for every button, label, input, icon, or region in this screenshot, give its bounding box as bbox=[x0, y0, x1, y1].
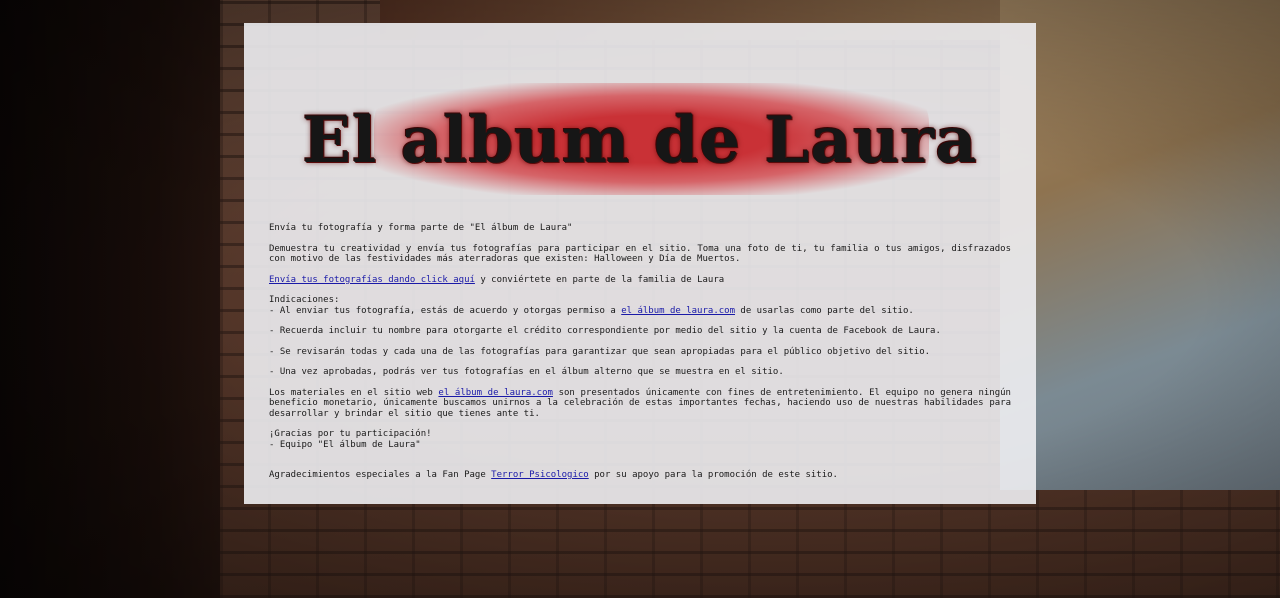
indication-item-2: - Recuerda incluir tu nombre para otorga… bbox=[269, 326, 941, 336]
acknowledgement-pre: Agradecimientos especiales a la Fan Page bbox=[269, 470, 492, 480]
acknowledgement-post: por su apoyo para la promoción de este s… bbox=[588, 470, 838, 480]
indication-item-4: - Una vez aprobadas, podrás ver tus foto… bbox=[269, 367, 784, 377]
indication-item-1-pre: - Al enviar tus fotografía, estás de acu… bbox=[269, 305, 622, 316]
thanks-line-2: - Equipo "El álbum de Laura" bbox=[269, 439, 421, 450]
indication-item-1-post: de usarlas como parte del sitio. bbox=[735, 305, 914, 316]
cta-paragraph: Envía tus fotografías dando click aquí y… bbox=[269, 275, 1011, 286]
cta-rest-text: y conviértete en parte de la familia de … bbox=[474, 274, 725, 285]
main-content: Envía tu fotografía y forma parte de "El… bbox=[269, 223, 1011, 491]
indications-block: Indicaciones: - Al enviar tus fotografía,… bbox=[269, 295, 1011, 316]
intro-heading: Envía tu fotografía y forma parte de "El… bbox=[269, 223, 573, 233]
site-link-indications[interactable]: el álbum de laura.com bbox=[621, 306, 735, 316]
indications-title: Indicaciones: bbox=[269, 295, 340, 305]
intro-description: Demuestra tu creatividad y envía tus fot… bbox=[269, 243, 1011, 265]
disclaimer-paragraph: Los materiales en el sitio web el álbum … bbox=[269, 388, 1011, 420]
send-photos-link[interactable]: Envía tus fotografías dando click aquí bbox=[269, 275, 475, 285]
site-logo: El album de Laura bbox=[244, 75, 1036, 205]
logo-text: El album de Laura bbox=[302, 102, 978, 178]
fan-page-link[interactable]: Terror Psicologico bbox=[491, 470, 589, 480]
content-panel: El album de Laura Envía tu fotografía y … bbox=[244, 23, 1036, 504]
thanks-block: ¡Gracias por tu participación! - Equipo "… bbox=[269, 429, 1011, 450]
disclaimer-pre: Los materiales en el sitio web bbox=[269, 387, 439, 398]
site-link-disclaimer[interactable]: el álbum de laura.com bbox=[438, 388, 553, 398]
indication-item-3: - Se revisarán todas y cada una de las f… bbox=[269, 346, 931, 357]
thanks-line-1: ¡Gracias por tu participación! bbox=[269, 429, 432, 439]
acknowledgement-paragraph: Agradecimientos especiales a la Fan Page… bbox=[269, 470, 1011, 481]
